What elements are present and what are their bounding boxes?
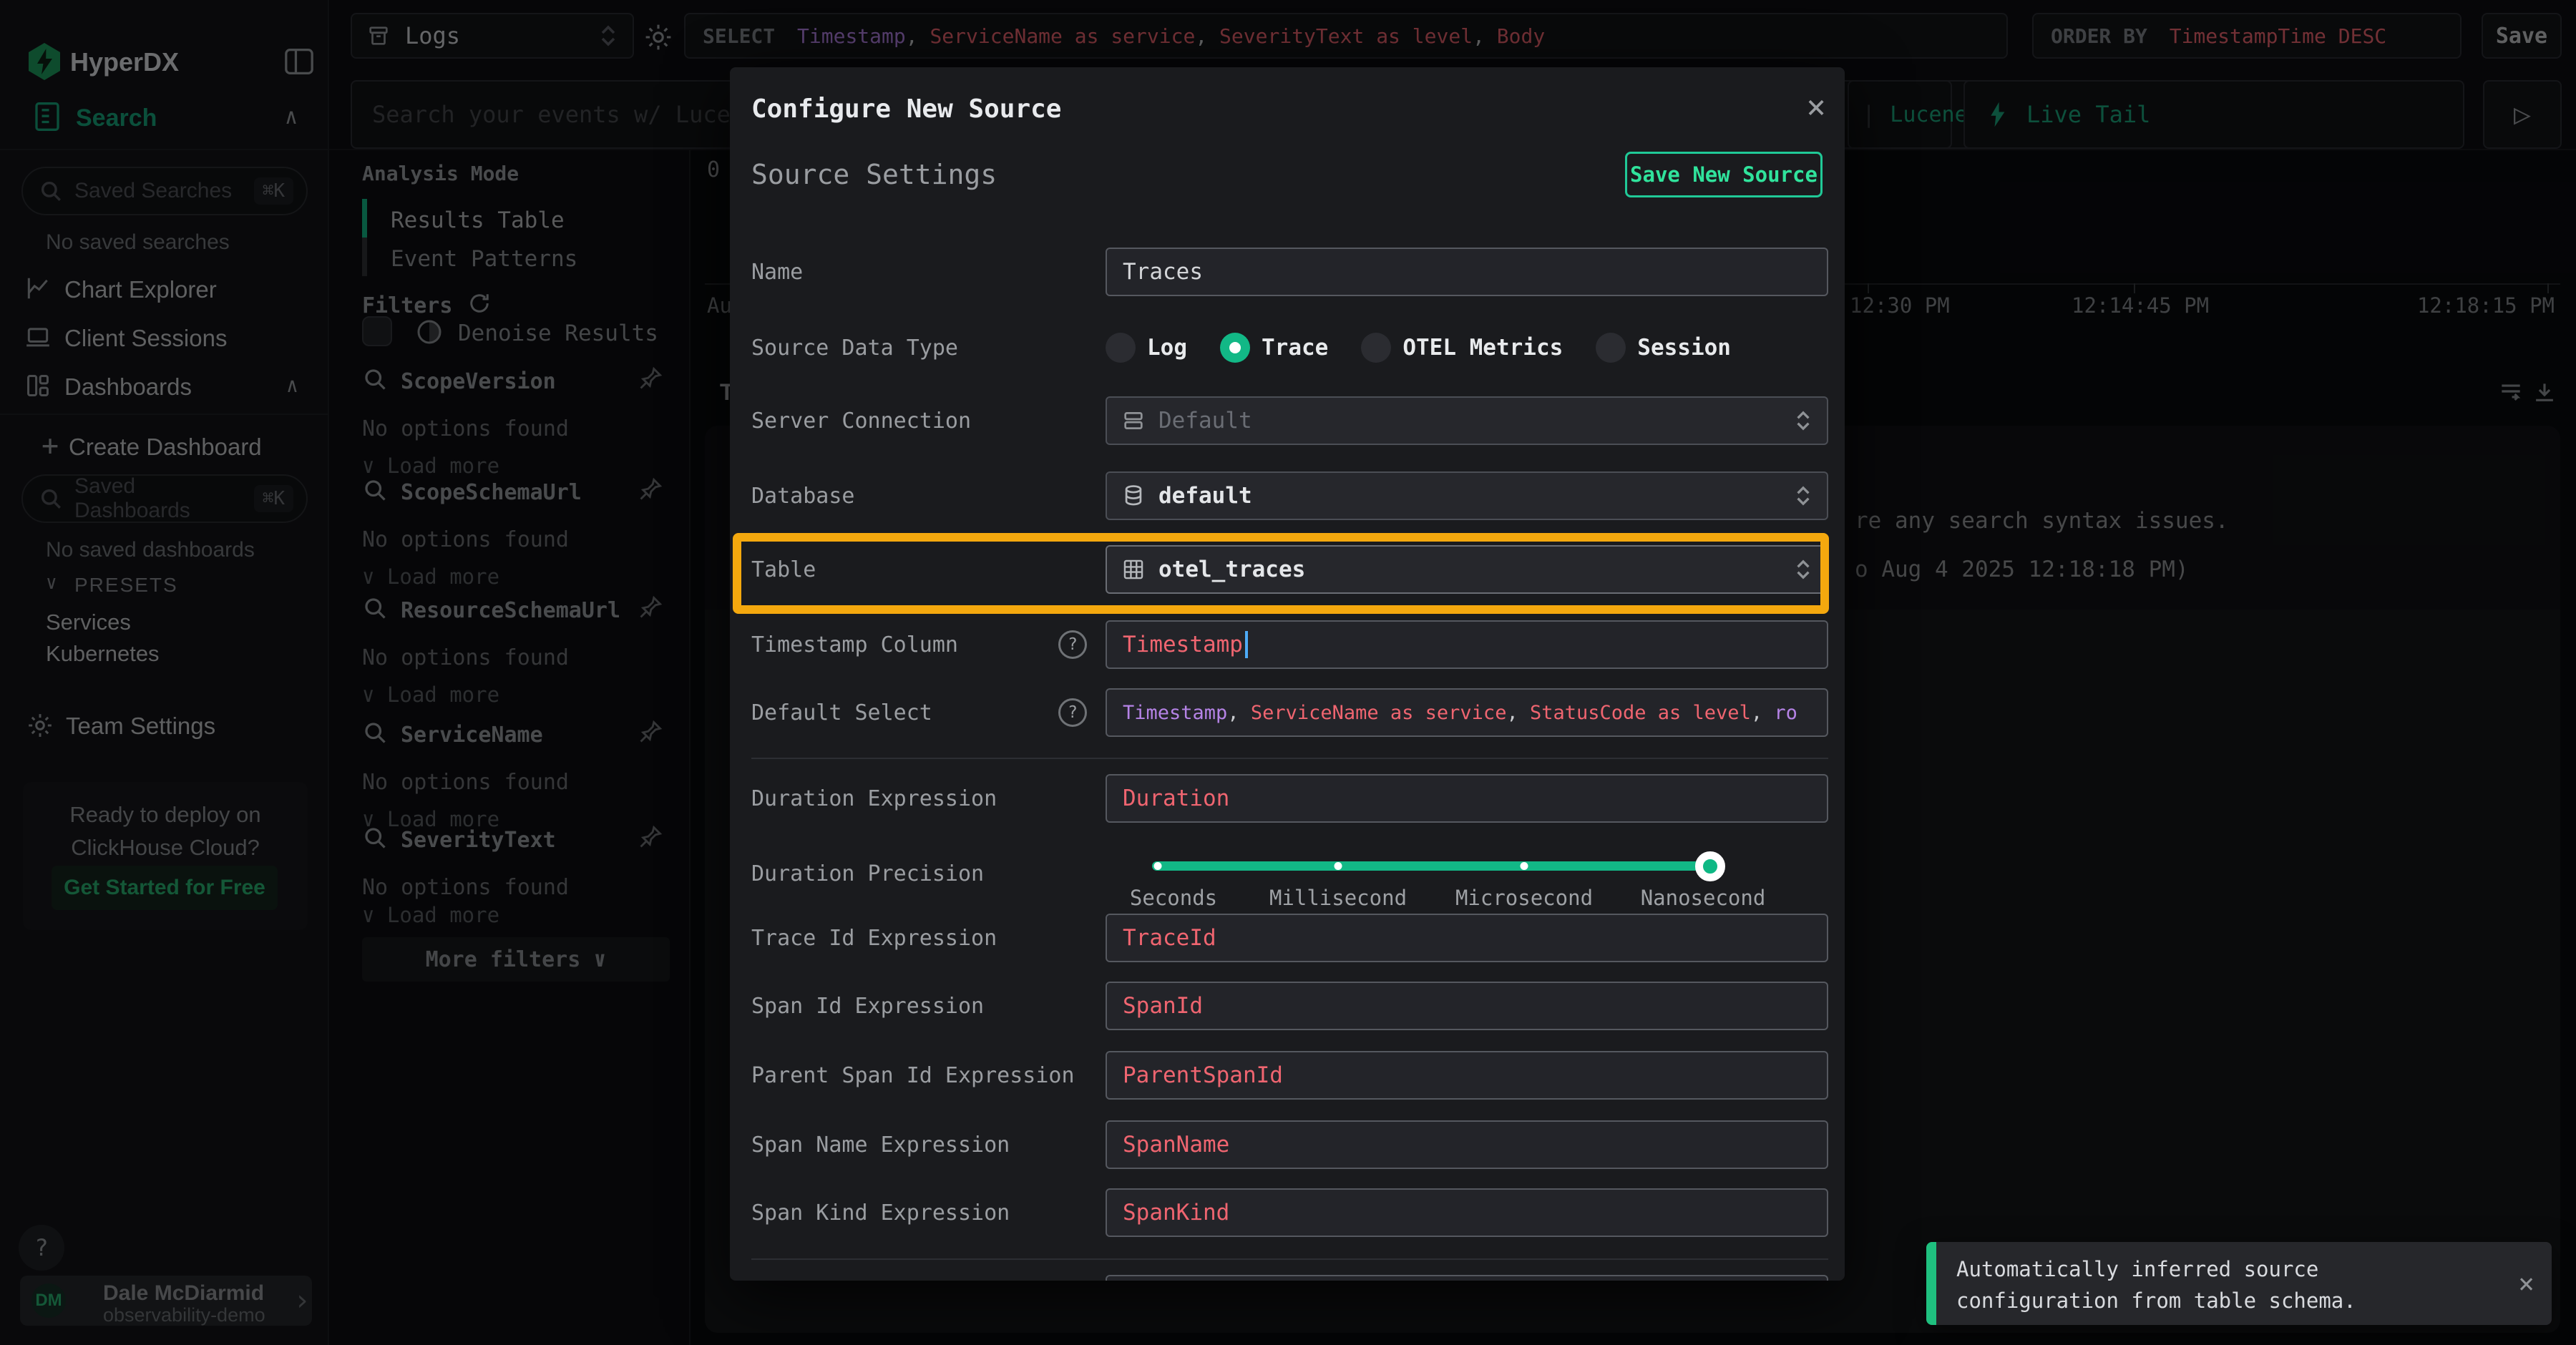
- span-id-input[interactable]: SpanId: [1106, 982, 1828, 1030]
- span-kind-input[interactable]: SpanKind: [1106, 1188, 1828, 1237]
- chevron-updown-icon: [1794, 557, 1813, 582]
- slider-mark-label[interactable]: Millisecond: [1269, 886, 1407, 910]
- slider-mark: [1335, 862, 1342, 870]
- slider-mark-label[interactable]: Seconds: [1130, 886, 1217, 910]
- slider-mark: [1521, 862, 1528, 870]
- trace-id-input[interactable]: TraceId: [1106, 914, 1828, 962]
- server-connection-select[interactable]: Default: [1106, 396, 1828, 445]
- configure-source-modal: Configure New Source × Source Settings S…: [730, 67, 1845, 1281]
- duration-precision-label: Duration Precision: [751, 841, 1106, 886]
- span-kind-label: Span Kind Expression: [751, 1200, 1106, 1226]
- chevron-updown-icon: [1794, 409, 1813, 433]
- duration-precision-slider[interactable]: Seconds Millisecond Microsecond Nanoseco…: [1152, 841, 1710, 920]
- slider-thumb[interactable]: [1695, 851, 1725, 881]
- chevron-updown-icon: [1794, 484, 1813, 508]
- span-name-input[interactable]: SpanName: [1106, 1120, 1828, 1169]
- radio-circle-icon: [1361, 333, 1391, 363]
- database-select[interactable]: default: [1106, 471, 1828, 520]
- database-value: default: [1158, 483, 1252, 509]
- toast-message: Automatically inferred source configurat…: [1936, 1242, 2480, 1325]
- parent-span-id-input[interactable]: ParentSpanId: [1106, 1051, 1828, 1100]
- save-new-source-button[interactable]: Save New Source: [1625, 152, 1823, 197]
- modal-title: Configure New Source: [751, 94, 1061, 124]
- timestamp-column-label: Timestamp Column?: [751, 630, 1106, 659]
- server-connection-value: Default: [1158, 408, 1252, 434]
- span-id-label: Span Id Expression: [751, 994, 1106, 1019]
- slider-mark-label[interactable]: Nanosecond: [1641, 886, 1766, 910]
- radio-circle-icon: [1106, 333, 1136, 363]
- name-input[interactable]: Traces: [1106, 248, 1828, 296]
- source-data-type-label: Source Data Type: [751, 336, 1106, 361]
- slider-mark-label[interactable]: Microsecond: [1455, 886, 1593, 910]
- name-label: Name: [751, 260, 1106, 285]
- text-cursor: [1245, 631, 1248, 658]
- parent-span-id-label: Parent Span Id Expression: [751, 1063, 1106, 1088]
- table-icon: [1121, 557, 1146, 582]
- toast-accent-bar: [1926, 1242, 1936, 1325]
- table-value: otel_traces: [1158, 557, 1305, 582]
- close-icon[interactable]: ×: [1806, 87, 1826, 126]
- duration-expression-label: Duration Expression: [751, 786, 1106, 811]
- section-title: Source Settings: [751, 159, 997, 190]
- database-label: Database: [751, 484, 1106, 509]
- server-icon: [1121, 409, 1146, 433]
- help-icon[interactable]: ?: [1058, 698, 1087, 727]
- server-connection-label: Server Connection: [751, 409, 1106, 434]
- divider: [751, 758, 1828, 759]
- timestamp-column-input[interactable]: Timestamp: [1106, 620, 1828, 669]
- database-icon: [1121, 484, 1146, 508]
- table-label: Table: [751, 557, 1106, 582]
- radio-circle-icon: [1596, 333, 1626, 363]
- radio-otel-metrics[interactable]: OTEL Metrics: [1361, 333, 1563, 363]
- divider: [751, 1258, 1828, 1260]
- default-select-label: Default Select?: [751, 698, 1106, 727]
- radio-session[interactable]: Session: [1596, 333, 1731, 363]
- toast-notification: Automatically inferred source configurat…: [1926, 1242, 2552, 1325]
- close-icon[interactable]: ×: [2518, 1268, 2534, 1299]
- radio-circle-selected-icon: [1220, 333, 1250, 363]
- table-select[interactable]: otel_traces: [1106, 545, 1828, 594]
- help-icon[interactable]: ?: [1058, 630, 1087, 659]
- span-name-label: Span Name Expression: [751, 1133, 1106, 1158]
- slider-mark: [1154, 862, 1162, 870]
- radio-trace[interactable]: Trace: [1220, 333, 1328, 363]
- default-select-input[interactable]: Timestamp, ServiceName as service, Statu…: [1106, 688, 1828, 737]
- duration-expression-input[interactable]: Duration: [1106, 774, 1828, 823]
- trace-id-label: Trace Id Expression: [751, 926, 1106, 951]
- clipped-input[interactable]: [1106, 1275, 1828, 1281]
- slider-track[interactable]: [1152, 861, 1710, 871]
- radio-log[interactable]: Log: [1106, 333, 1187, 363]
